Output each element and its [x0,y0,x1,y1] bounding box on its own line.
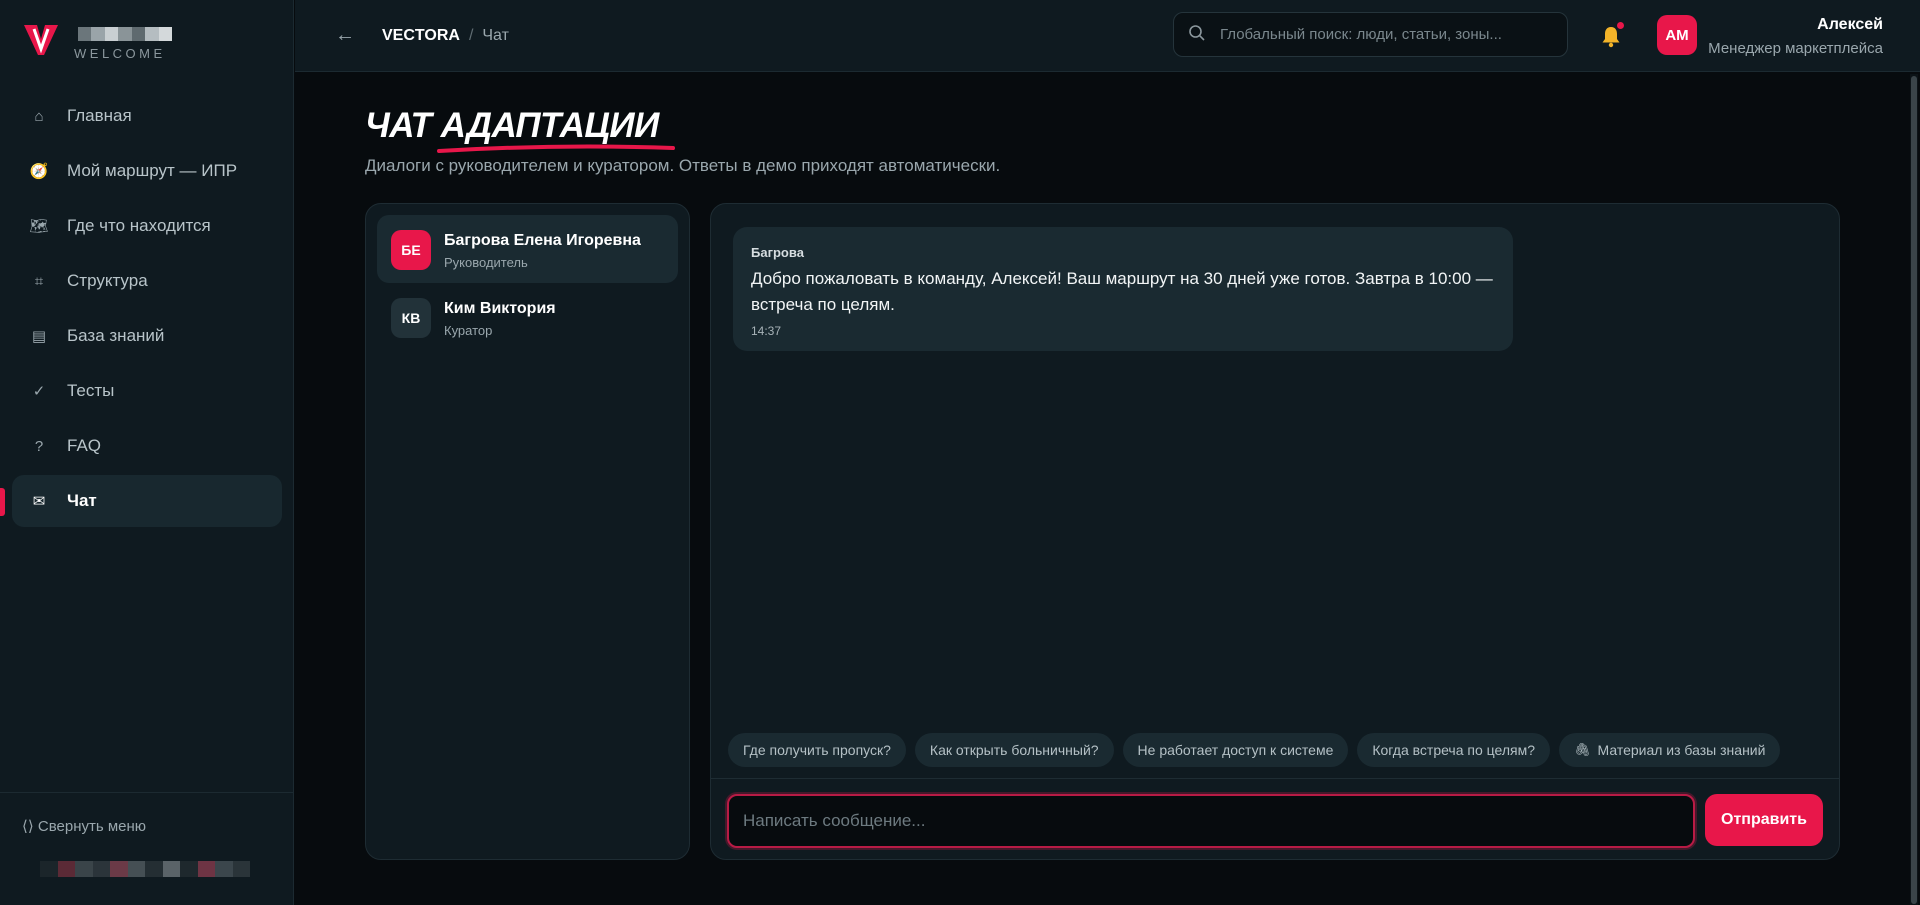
quick-replies: Где получить пропуск? Как открыть больни… [728,733,1781,767]
check-icon: ✓ [32,383,46,400]
blurred-pixel [180,861,198,877]
contact-role: Куратор [444,323,493,338]
logo-pixel [118,27,132,41]
active-nav-marker [0,488,5,516]
user-avatar[interactable]: АМ [1657,15,1697,55]
logo-wordmark: WELCOME [74,46,166,61]
blurred-pixel [127,861,145,877]
knowledge-base-chip-label: Материал из базы знаний [1597,742,1766,758]
user-role: Менеджер маркетплейса [1708,40,1883,57]
sidebar-item[interactable]: 🧭 Мой маршрут — ИПР [12,145,282,197]
contact-item[interactable]: БЕ Багрова Елена Игоревна Руководитель [377,215,678,283]
user-name: Алексей [1817,16,1883,33]
sidebar-nav: ⌂ Главная 🧭 Мой маршрут — ИПР 🗺 Где что наход… [12,90,282,530]
compass-icon: 🧭 [29,163,49,180]
page-title-part-b: АДАПТАЦИИ [440,106,660,145]
logo-pixel [131,27,146,41]
sidebar-item-label: База знаний [67,326,165,345]
logo-pixel [91,27,105,41]
sidebar-divider [0,792,294,793]
sidebar-item-label: Мой маршрут — ИПР [67,161,238,180]
sidebar: WELCOME ⌂ Главная 🧭 Мой маршрут — ИПР 🗺 Где ч… [0,0,294,905]
global-search [1173,12,1568,57]
top-header: ← VECTORA / Чат АМ Алексей Менеджер маркет… [295,0,1920,72]
collapse-menu-button[interactable]: ⟨⟩ Свернуть меню [22,817,146,835]
sidebar-item[interactable]: ⌂ Главная [12,90,282,142]
knowledge-base-chip[interactable]: 🖇 Материал из базы знаний [1559,733,1781,767]
quick-reply-chip[interactable]: Где получить пропуск? [728,733,906,767]
blurred-pixel [110,861,128,877]
breadcrumb-separator: / [468,27,474,44]
search-icon [1189,25,1205,41]
breadcrumb-root[interactable]: VECTORA [382,27,460,44]
blurred-pixel [40,861,58,877]
contact-name: Багрова Елена Игоревна [444,232,641,249]
book-icon: ▤ [31,328,47,345]
mail-icon: ✉ [32,493,46,510]
contact-name: Ким Виктория [444,300,556,317]
logo-pixel [158,27,172,41]
home-icon: ⌂ [34,107,44,125]
sidebar-item[interactable]: ▤ База знаний [12,310,282,362]
map-icon: 🗺 [29,218,49,235]
blurred-pixel [145,861,163,877]
sidebar-item-label: Тесты [67,381,115,400]
question-icon: ? [34,437,44,455]
paperclip-icon: 🖇 [1574,742,1591,757]
sidebar-item[interactable]: ? FAQ [12,420,282,472]
v-logo-icon [24,25,58,55]
sidebar-item[interactable]: ✉ Чат [12,475,282,527]
grid-icon: ⌗ [34,272,44,290]
message-author: Багрова [751,245,804,260]
chat-panel: Багрова Добро пожаловать в команду, Алек… [710,203,1840,860]
logo-pixel [104,27,119,41]
sidebar-item-label: Чат [67,491,97,510]
contact-avatar: БЕ [391,230,431,270]
page-scrollbar[interactable] [1910,74,1918,905]
logo-pixelated-text [78,27,172,41]
contact-item[interactable]: КВ Ким Виктория Куратор [377,283,678,351]
blurred-pixel [215,861,233,877]
contacts-panel: БЕ Багрова Елена Игоревна Руководитель КВ Ки… [365,203,690,860]
brand-logo[interactable]: WELCOME [22,20,222,64]
blurred-pixel [197,861,215,877]
message-text: Добро пожаловать в команду, Алексей! Ваш… [751,269,1493,314]
message-time: 14:37 [751,324,782,338]
logo-pixel [78,27,92,41]
compose-divider [711,778,1839,779]
contact-avatar: КВ [391,298,431,338]
sidebar-item-label: Где что находится [67,216,211,235]
sidebar-item-label: Структура [67,271,148,290]
blurred-pixel [92,861,110,877]
blurred-pixel [75,861,93,877]
scrollbar-thumb[interactable] [1911,76,1917,904]
sidebar-item[interactable]: ⌗ Структура [12,255,282,307]
send-button[interactable]: Отправить [1705,794,1823,846]
quick-reply-chip[interactable]: Как открыть больничный? [914,733,1114,767]
message-compose [727,794,1695,848]
message-input[interactable] [729,796,1693,846]
notification-dot [1617,22,1624,29]
page-subtitle: Диалоги с руководителем и куратором. Отв… [365,156,1001,175]
title-underline-decoration [437,144,675,153]
blurred-pixel [162,861,180,877]
blurred-footer [40,861,250,877]
logo-pixel [145,27,159,41]
page-title: ЧАТ АДАПТАЦИИ [365,106,659,146]
blurred-pixel [232,861,250,877]
contact-role: Руководитель [444,255,528,270]
message-bubble: Багрова Добро пожаловать в команду, Алек… [733,227,1513,351]
sidebar-item-label: FAQ [67,436,102,455]
sidebar-item[interactable]: ✓ Тесты [12,365,282,417]
breadcrumb-current: Чат [482,27,509,44]
breadcrumb: VECTORA / Чат [382,27,509,45]
search-input[interactable] [1220,13,1560,56]
quick-reply-chip[interactable]: Не работает доступ к системе [1122,733,1349,767]
sidebar-item-label: Главная [67,106,132,125]
sidebar-item[interactable]: 🗺 Где что находится [12,200,282,252]
back-button[interactable]: ← [335,24,355,47]
quick-reply-chip[interactable]: Когда встреча по целям? [1357,733,1550,767]
page-title-part-a: ЧАТ [365,106,441,145]
blurred-pixel [57,861,75,877]
